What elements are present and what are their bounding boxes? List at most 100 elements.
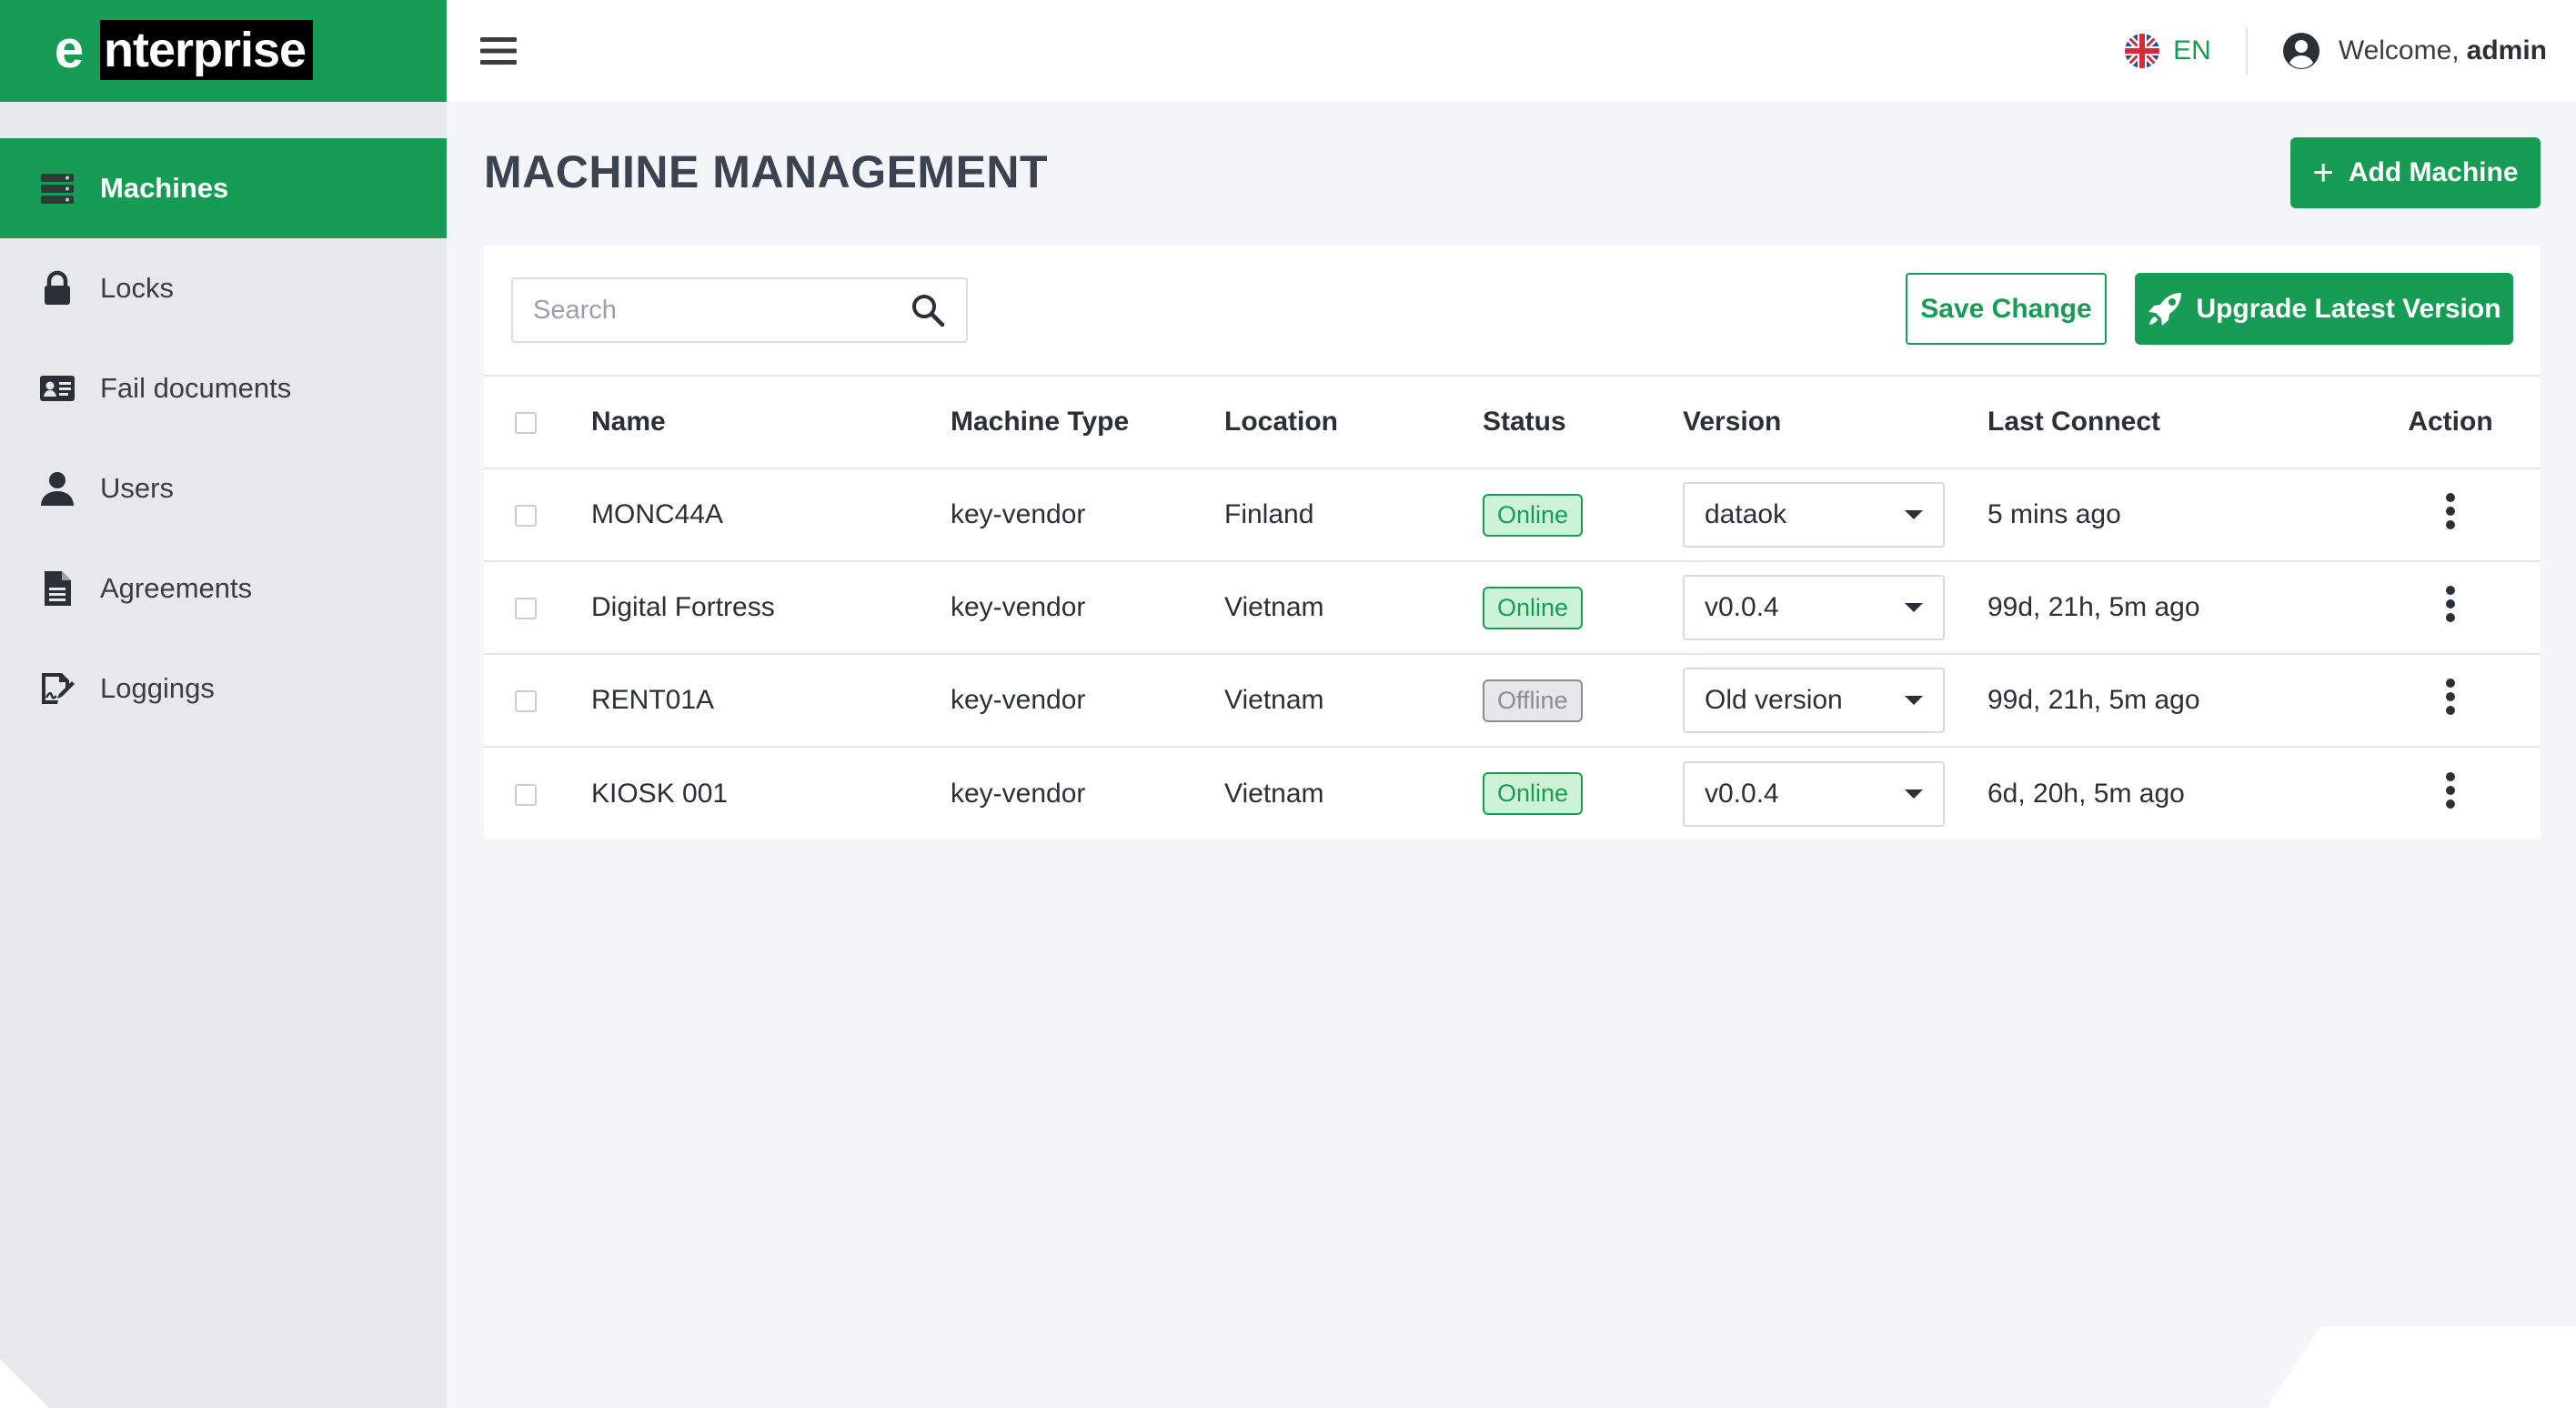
version-value: v0.0.4: [1705, 592, 1779, 622]
sidebar-item-loggings[interactable]: Loggings: [0, 639, 447, 739]
sidebar-item-machines[interactable]: Machines: [0, 138, 447, 238]
action-cell: [2391, 746, 2541, 840]
version-select[interactable]: dataok: [1683, 482, 1945, 548]
machine-type: key-vendor: [951, 560, 1224, 654]
machines-card: Save Change Upgrade Latest Version Name …: [484, 246, 2541, 840]
select-all-checkbox[interactable]: [515, 412, 537, 435]
row-checkbox[interactable]: [515, 505, 537, 528]
version-select[interactable]: Old version: [1683, 668, 1945, 733]
hamburger-icon[interactable]: [479, 32, 518, 70]
lock-icon: [38, 269, 76, 307]
more-vertical-icon[interactable]: [2444, 678, 2457, 716]
sidebar-item-fail-documents[interactable]: Fail documents: [0, 338, 447, 438]
machine-type: key-vendor: [951, 746, 1224, 840]
row-checkbox[interactable]: [515, 598, 537, 620]
action-cell: [2391, 560, 2541, 654]
server-icon: [38, 169, 76, 207]
sidebar-nav: Machines Locks Fail documents Users Agre…: [0, 138, 447, 739]
username: admin: [2466, 35, 2547, 65]
upgrade-latest-version-button[interactable]: Upgrade Latest Version: [2135, 273, 2513, 345]
rocket-icon: [2148, 292, 2182, 326]
action-cell: [2391, 653, 2541, 747]
save-change-button[interactable]: Save Change: [1906, 273, 2107, 345]
search-icon[interactable]: [910, 292, 946, 328]
column-last-connect[interactable]: Last Connect: [1987, 375, 2391, 468]
signature-icon: [38, 669, 76, 708]
user-circle-icon: [2282, 33, 2319, 69]
version-cell: dataok: [1683, 468, 1987, 561]
more-vertical-icon[interactable]: [2444, 585, 2457, 623]
status-badge: Online: [1483, 772, 1584, 815]
table-row: RENT01A key-vendor Vietnam Offline Old v…: [484, 653, 2541, 747]
table-row: MONC44A key-vendor Finland Online dataok…: [484, 468, 2541, 561]
last-connect: 99d, 21h, 5m ago: [1987, 653, 2391, 747]
row-checkbox[interactable]: [515, 690, 537, 713]
version-select[interactable]: v0.0.4: [1683, 575, 1945, 640]
file-text-icon: [38, 569, 76, 608]
language-label: EN: [2173, 35, 2211, 65]
sidebar-item-label: Locks: [100, 272, 174, 304]
version-value: v0.0.4: [1705, 778, 1779, 809]
machine-type: key-vendor: [951, 468, 1224, 561]
caret-down-icon: [1905, 510, 1923, 519]
status-cell: Online: [1483, 560, 1683, 654]
caret-down-icon: [1905, 603, 1923, 612]
logo-e: e: [54, 20, 84, 79]
more-vertical-icon[interactable]: [2444, 492, 2457, 530]
sidebar-item-label: Loggings: [100, 672, 215, 704]
header-right: EN Welcome, admin: [2124, 27, 2547, 75]
status-cell: Offline: [1483, 653, 1683, 747]
row-select-cell: [484, 468, 591, 561]
sidebar-item-users[interactable]: Users: [0, 438, 447, 538]
search-box: [511, 277, 968, 343]
top-header: EN Welcome, admin: [447, 0, 2576, 102]
add-machine-button[interactable]: + Add Machine: [2290, 137, 2541, 208]
sidebar-item-locks[interactable]: Locks: [0, 238, 447, 338]
last-connect: 99d, 21h, 5m ago: [1987, 560, 2391, 654]
enterprise-logo[interactable]: e nterprise: [36, 20, 337, 80]
table-header-row: Name Machine Type Location Status Versio…: [484, 375, 2541, 468]
language-selector[interactable]: EN: [2124, 33, 2211, 69]
add-machine-label: Add Machine: [2348, 157, 2519, 187]
status-badge: Online: [1483, 493, 1584, 537]
decorative-corner: [0, 1359, 49, 1408]
sidebar: e nterprise Machines Locks Fail document…: [0, 0, 447, 1408]
machine-name: Digital Fortress: [591, 560, 951, 654]
column-status[interactable]: Status: [1483, 375, 1683, 468]
column-action: Action: [2391, 375, 2541, 468]
sidebar-item-label: Machines: [100, 172, 229, 204]
column-location[interactable]: Location: [1224, 375, 1483, 468]
machines-table: Name Machine Type Location Status Versio…: [484, 375, 2541, 840]
version-cell: v0.0.4: [1683, 560, 1987, 654]
search-input[interactable]: [533, 295, 910, 326]
machine-location: Vietnam: [1224, 653, 1483, 747]
action-cell: [2391, 468, 2541, 561]
caret-down-icon: [1905, 789, 1923, 799]
version-select[interactable]: v0.0.4: [1683, 760, 1945, 827]
machine-name: MONC44A: [591, 468, 951, 561]
last-connect: 5 mins ago: [1987, 468, 2391, 561]
logo-text: nterprise: [100, 20, 314, 80]
id-card-icon: [38, 369, 76, 407]
table-row: KIOSK 001 key-vendor Vietnam Online v0.0…: [484, 746, 2541, 840]
row-checkbox[interactable]: [515, 783, 537, 806]
uk-flag-icon: [2125, 34, 2160, 68]
sidebar-item-label: Agreements: [100, 572, 253, 604]
logo-bar: e nterprise: [0, 0, 447, 102]
sidebar-item-agreements[interactable]: Agreements: [0, 538, 447, 639]
status-cell: Online: [1483, 746, 1683, 840]
caret-down-icon: [1905, 696, 1923, 705]
row-select-cell: [484, 746, 591, 840]
column-name[interactable]: Name: [591, 375, 951, 468]
column-machine-type[interactable]: Machine Type: [951, 375, 1224, 468]
welcome-text: Welcome,: [2338, 35, 2460, 65]
row-select-cell: [484, 653, 591, 747]
more-vertical-icon[interactable]: [2444, 771, 2457, 810]
machine-location: Vietnam: [1224, 560, 1483, 654]
user-menu[interactable]: Welcome, admin: [2282, 32, 2547, 70]
version-cell: v0.0.4: [1683, 746, 1987, 840]
machine-type: key-vendor: [951, 653, 1224, 747]
machine-location: Finland: [1224, 468, 1483, 561]
column-version[interactable]: Version: [1683, 375, 1987, 468]
last-connect: 6d, 20h, 5m ago: [1987, 746, 2391, 840]
